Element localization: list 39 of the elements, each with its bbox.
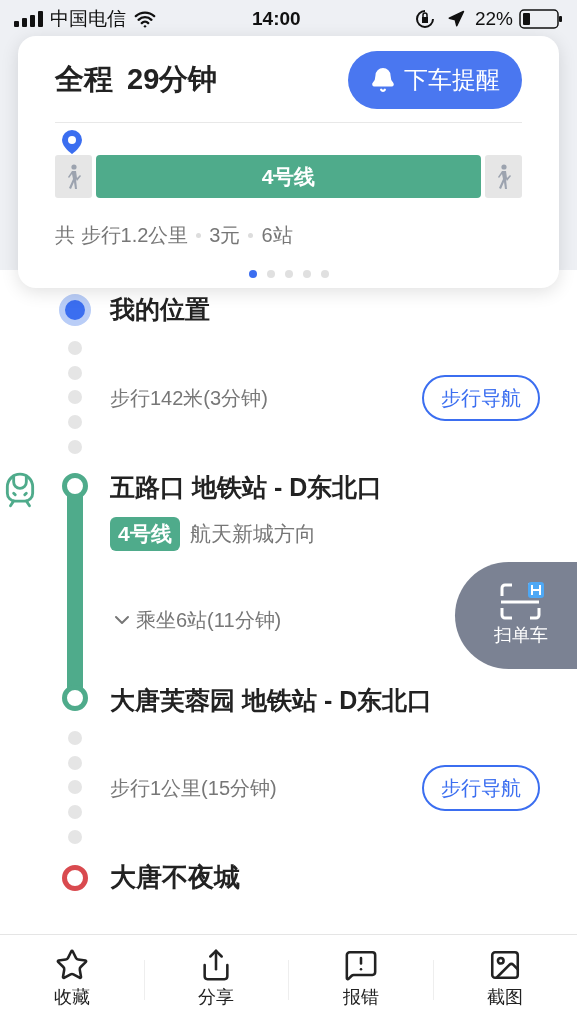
wifi-icon <box>134 8 156 30</box>
total-label: 全程 <box>55 62 113 98</box>
toolbar-button[interactable]: 分享 <box>144 948 288 1011</box>
station-marker <box>62 473 88 499</box>
destination-marker <box>62 864 88 891</box>
walk-info: 步行1公里(15分钟) <box>110 775 278 801</box>
total-time: 29分钟 <box>127 62 218 98</box>
walk-info: 步行142米(3分钟) <box>110 385 269 411</box>
clock: 14:00 <box>252 6 301 31</box>
toolbar-button[interactable]: 报错 <box>289 948 433 1011</box>
scan-icon <box>498 582 544 622</box>
start-point: 我的位置 <box>110 294 210 326</box>
line-badge: 4号线 <box>110 516 180 551</box>
direction-text: 航天新城方向 <box>189 520 316 547</box>
pin-icon <box>61 129 83 155</box>
rotation-lock-icon <box>414 9 435 29</box>
signal-icon <box>14 11 44 27</box>
ride-toggle[interactable]: 乘坐6站(11分钟) <box>110 605 282 635</box>
report-icon <box>343 948 378 982</box>
battery-icon <box>519 9 563 29</box>
line-segment: 4号线 <box>96 155 481 198</box>
scan-bike-button[interactable]: 扫单车 <box>455 562 577 669</box>
bell-icon <box>370 67 396 93</box>
summary-item: 共 步行1.2公里 <box>55 223 189 248</box>
station-marker <box>62 685 88 711</box>
carrier-name: 中国电信 <box>50 6 126 31</box>
station-name: 大唐芙蓉园 地铁站 - D东北口 <box>110 685 433 716</box>
toolbar-button[interactable]: 收藏 <box>0 948 144 1011</box>
star-icon <box>54 948 89 982</box>
battery-percent: 22% <box>474 6 513 31</box>
summary-item: 3元 <box>209 223 241 248</box>
alight-alert-button[interactable]: 下车提醒 <box>348 51 522 109</box>
toolbar-button[interactable]: 截图 <box>433 948 577 1011</box>
walk-nav-button[interactable]: 步行导航 <box>422 374 540 421</box>
station-name: 五路口 地铁站 - D东北口 <box>110 472 383 503</box>
location-arrow-icon <box>446 10 465 28</box>
summary-item: 6站 <box>261 223 293 248</box>
walk-nav-button[interactable]: 步行导航 <box>422 764 540 811</box>
destination-name: 大唐不夜城 <box>110 861 240 894</box>
